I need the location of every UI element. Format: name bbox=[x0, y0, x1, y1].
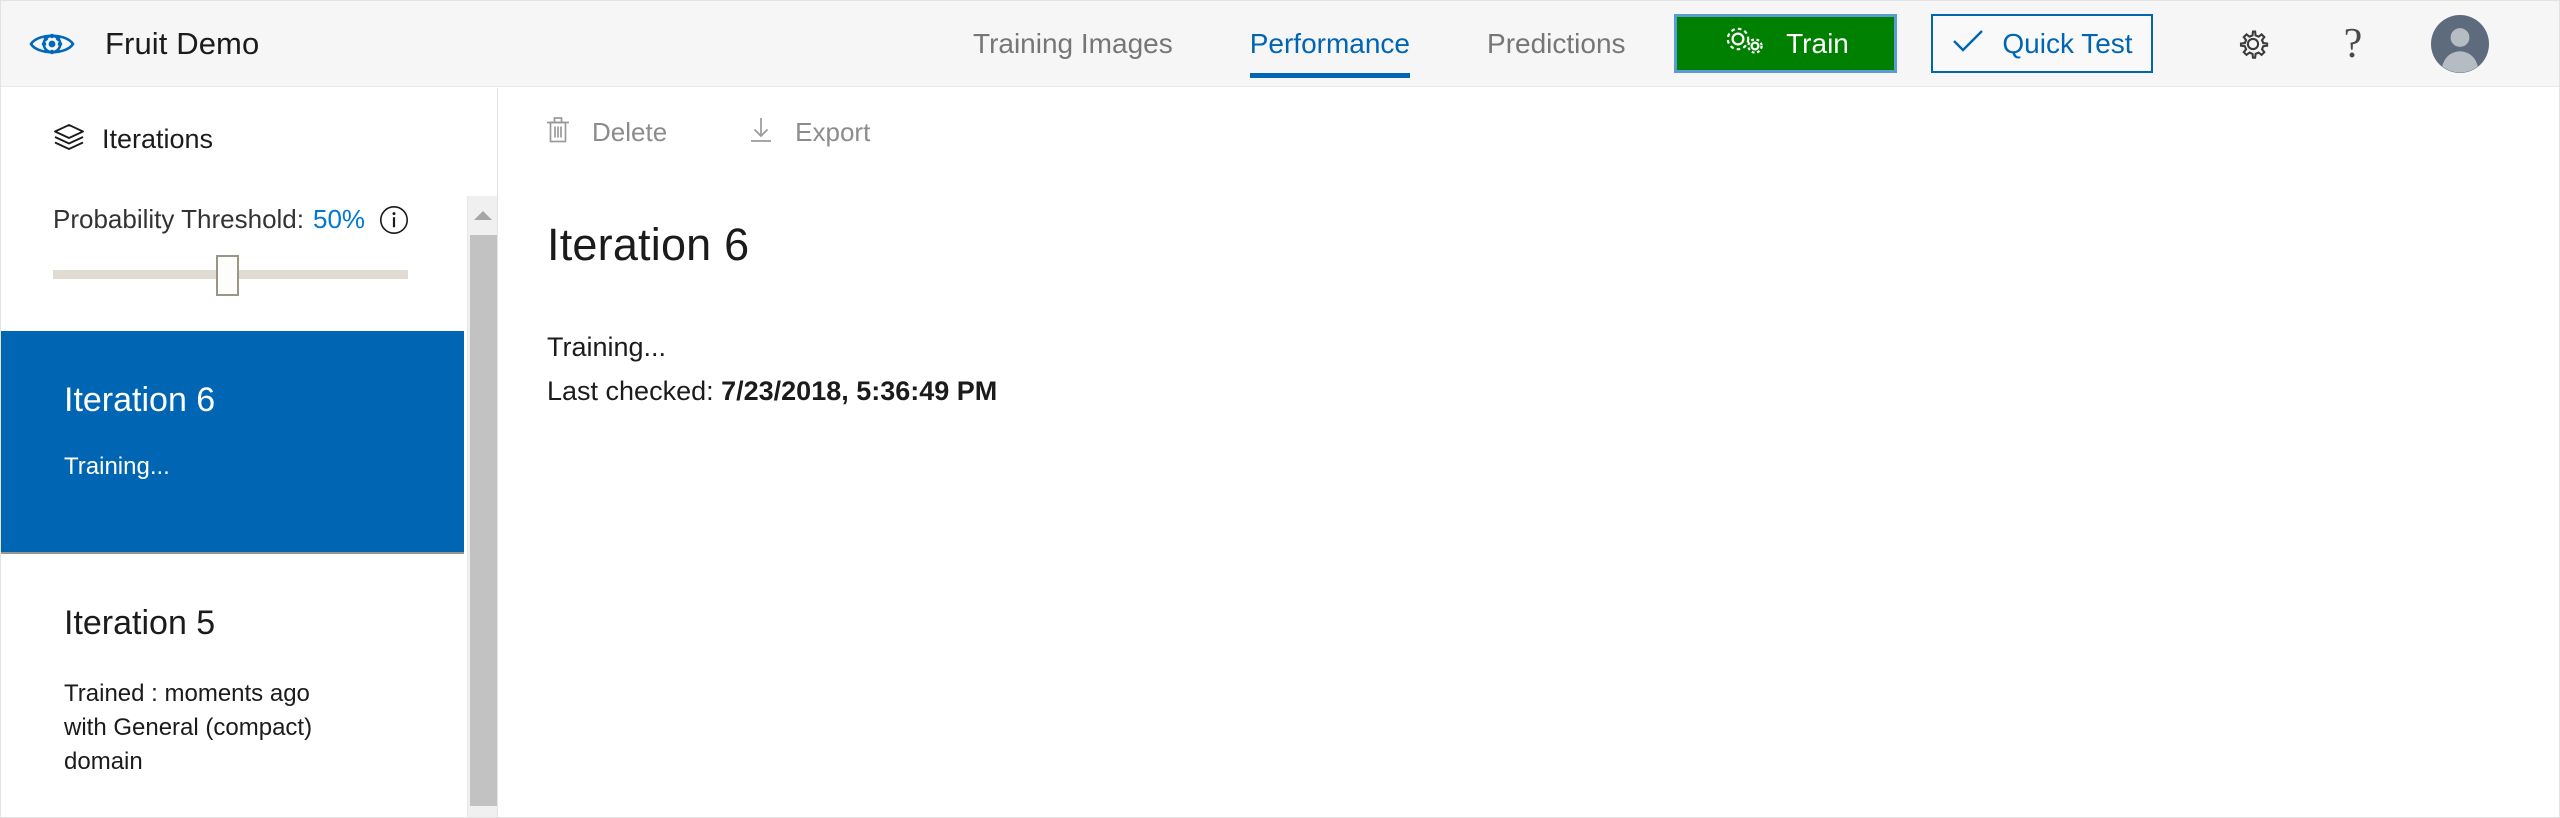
stacked-layers-icon bbox=[53, 122, 85, 157]
iteration-status-block: Training... Last checked: 7/23/2018, 5:3… bbox=[547, 326, 2559, 413]
probability-threshold-slider[interactable] bbox=[53, 255, 408, 296]
scrollbar-thumb[interactable] bbox=[470, 235, 497, 806]
help-question-mark-icon[interactable]: ? bbox=[2321, 1, 2385, 87]
tab-performance[interactable]: Performance bbox=[1249, 1, 1411, 87]
brand: Fruit Demo bbox=[29, 21, 259, 67]
gears-icon bbox=[1722, 25, 1768, 62]
last-checked-line: Last checked: 7/23/2018, 5:36:49 PM bbox=[547, 370, 2559, 414]
iteration-list-item-6[interactable]: Iteration 6 Training... bbox=[1, 331, 464, 554]
page-title: Iteration 6 bbox=[547, 219, 750, 270]
training-status-text: Training... bbox=[547, 332, 667, 362]
iterations-section-title: Iterations bbox=[102, 124, 214, 154]
slider-thumb[interactable] bbox=[216, 255, 239, 296]
delete-button-label: Delete bbox=[592, 116, 668, 147]
trash-icon bbox=[544, 115, 572, 150]
custom-vision-eye-icon bbox=[29, 21, 75, 67]
main-navigation-tabs: Training Images Performance Predictions bbox=[973, 1, 1626, 87]
check-icon bbox=[1951, 28, 1985, 59]
tab-predictions[interactable]: Predictions bbox=[1487, 1, 1626, 87]
iteration-title: Iteration 6 bbox=[64, 381, 216, 419]
probability-threshold-value: 50% bbox=[313, 204, 366, 234]
download-arrow-icon bbox=[747, 115, 775, 150]
last-checked-value: 7/23/2018, 5:36:49 PM bbox=[721, 375, 998, 406]
iteration-title: Iteration 5 bbox=[64, 604, 216, 642]
iteration-status: Training... bbox=[64, 453, 170, 480]
custom-vision-app-window: Fruit Demo Training Images Performance P… bbox=[0, 0, 2560, 818]
export-button-label: Export bbox=[795, 116, 871, 147]
sidebar-scrollbar[interactable] bbox=[467, 196, 497, 817]
user-avatar[interactable] bbox=[2425, 1, 2495, 87]
tab-training-images[interactable]: Training Images bbox=[973, 1, 1173, 87]
settings-gear-icon[interactable] bbox=[2221, 1, 2285, 87]
probability-threshold-row: Probability Threshold: 50% bbox=[53, 204, 497, 235]
main-content-area: Delete Export Iteration 6 Training... La… bbox=[499, 88, 2559, 817]
top-header-bar: Fruit Demo Training Images Performance P… bbox=[1, 1, 2559, 87]
iteration-list-item-5[interactable]: Iteration 5 Trained : moments ago with G… bbox=[1, 554, 464, 817]
last-checked-label: Last checked: bbox=[547, 375, 722, 406]
train-button-label: Train bbox=[1786, 27, 1849, 59]
iteration-status: Trained : moments ago with General (comp… bbox=[64, 680, 313, 776]
delete-button[interactable]: Delete bbox=[544, 115, 667, 150]
iterations-sidebar: Iterations Probability Threshold: 50% It… bbox=[1, 88, 498, 817]
quick-test-button[interactable]: Quick Test bbox=[1931, 14, 2153, 73]
iterations-section-header: Iterations bbox=[53, 122, 497, 157]
iteration-toolbar: Delete Export bbox=[499, 88, 2559, 176]
project-title: Fruit Demo bbox=[105, 25, 260, 61]
train-button[interactable]: Train bbox=[1674, 14, 1897, 73]
probability-threshold-label: Probability Threshold: bbox=[53, 204, 304, 234]
export-button[interactable]: Export bbox=[747, 115, 870, 150]
info-circle-icon[interactable] bbox=[379, 205, 409, 235]
scrollbar-up-arrow-icon[interactable] bbox=[468, 196, 497, 234]
iterations-list: Iteration 6 Training... Iteration 5 Trai… bbox=[1, 331, 464, 817]
probability-threshold-control: Probability Threshold: 50% bbox=[53, 204, 497, 296]
quick-test-button-label: Quick Test bbox=[2002, 27, 2133, 59]
